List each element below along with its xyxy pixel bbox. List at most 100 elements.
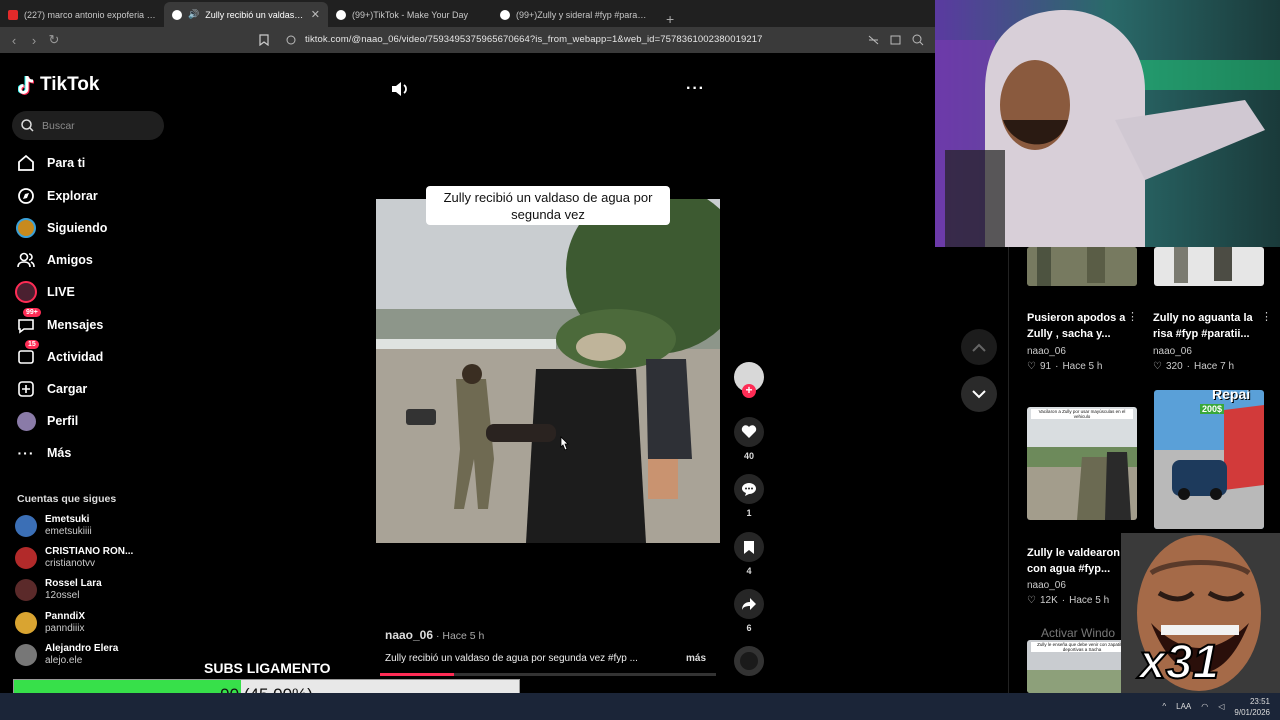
heart-icon (734, 417, 764, 447)
nav-perfil[interactable]: Perfil (15, 410, 78, 432)
nav-mas[interactable]: ··· Más (15, 442, 72, 464)
video-frame (376, 199, 720, 543)
search-icon (21, 119, 34, 132)
author-avatar-button[interactable]: + (733, 362, 765, 398)
related-video-title[interactable]: Zully no aguanta la risa #fyp #paratii..… (1153, 310, 1263, 342)
video-player[interactable] (376, 199, 720, 543)
thumbnail-sign-text: Repai (1212, 390, 1251, 402)
next-video-button[interactable] (961, 376, 997, 412)
nav-label: Actividad (47, 350, 104, 364)
followed-account[interactable]: Alejandro Elera alejo.ele (15, 643, 118, 667)
mouse-cursor-icon (560, 436, 569, 451)
tiktok-icon (172, 9, 182, 20)
more-description-button[interactable]: más (686, 653, 706, 664)
browser-tab[interactable]: (227) marco antonio expoferia de las (0, 2, 164, 27)
author-name[interactable]: naao_06 (385, 628, 433, 642)
clock[interactable]: 23:51 9/01/2026 (1234, 696, 1270, 718)
follow-plus-icon[interactable]: + (742, 384, 756, 398)
clock-date: 9/01/2026 (1234, 707, 1270, 717)
related-video-title[interactable]: Pusieron apodos a Zully , sacha y... (1027, 310, 1135, 342)
share-icon (734, 589, 764, 619)
new-tab-button[interactable]: + (656, 11, 684, 27)
reload-icon[interactable]: ↻ (44, 32, 64, 48)
account-handle: alejo.ele (45, 655, 83, 666)
video-thumbnail[interactable] (1154, 247, 1264, 286)
nav-explorar[interactable]: Explorar (15, 185, 98, 207)
browser-tab-active[interactable]: 🔊 Zully recibió un valdaso de ag ✕ (164, 2, 328, 27)
comment-button[interactable]: 1 (733, 474, 765, 518)
tiktok-logo[interactable]: TikTok (18, 74, 99, 96)
upload-icon (15, 378, 37, 400)
nav-label: Cargar (47, 382, 88, 396)
search-placeholder: Buscar (42, 119, 75, 132)
bookmark-icon[interactable] (259, 34, 269, 46)
nav-label: Perfil (47, 414, 79, 428)
video-author[interactable]: naao_06 · Hace 5 h (385, 628, 484, 642)
nav-amigos[interactable]: Amigos (15, 249, 93, 271)
profile-icon (15, 410, 37, 432)
no-track-icon[interactable] (868, 35, 879, 45)
more-vertical-icon[interactable]: ⋮ (1261, 310, 1272, 323)
comment-count: 1 (746, 508, 752, 518)
more-options-icon[interactable]: ··· (686, 80, 705, 98)
share-button[interactable]: 6 (733, 589, 765, 633)
activity-icon: 15 (15, 340, 39, 368)
notification-badge: 99+ (23, 308, 41, 317)
account-handle: emetsukiiii (45, 526, 92, 537)
site-info-icon[interactable] (286, 35, 296, 45)
video-thumbnail[interactable] (1027, 247, 1137, 286)
music-disc-button[interactable] (733, 646, 765, 676)
volume-icon[interactable] (390, 80, 410, 98)
browser-tab[interactable]: (99+)Zully y sideral #fyp #paratii #vir (492, 2, 656, 27)
back-icon[interactable]: ‹ (4, 33, 24, 48)
followed-account[interactable]: Rossel Lara 12ossel (15, 578, 102, 602)
webcam-feed (935, 0, 1280, 247)
heart-outline-icon: ♡ (1027, 595, 1036, 606)
chevron-up-icon[interactable]: ^ (1162, 702, 1166, 711)
keyboard-language[interactable]: LAA (1176, 702, 1191, 711)
video-description: Zully recibió un valdaso de agua por seg… (385, 653, 638, 664)
nav-label: Para ti (47, 156, 86, 170)
tab-label: (99+)Zully y sideral #fyp #paratii #vir (516, 9, 648, 20)
nav-para-ti[interactable]: Para ti (15, 152, 85, 174)
related-video-author[interactable]: naao_06 (1027, 579, 1066, 593)
followed-account[interactable]: CRISTIANO RON... cristianotvv (15, 546, 133, 570)
like-count: 40 (743, 451, 754, 461)
wifi-icon[interactable]: ◠ (1201, 702, 1208, 711)
nav-live[interactable]: LIVE (15, 281, 75, 303)
forward-icon[interactable]: › (24, 33, 44, 48)
browser-tab[interactable]: (99+)TikTok - Make Your Day (328, 2, 492, 27)
like-button[interactable]: 40 (733, 417, 765, 461)
url-input[interactable]: tiktok.com/@naao_06/video/75934953759656… (305, 34, 763, 45)
more-icon: ··· (17, 445, 35, 461)
progress-fill (380, 673, 454, 676)
account-name: CRISTIANO RON... (45, 546, 134, 557)
save-count: 4 (746, 566, 752, 576)
reader-icon[interactable] (890, 35, 901, 45)
account-handle: panndiiix (45, 623, 85, 634)
heart-outline-icon: ♡ (1027, 361, 1036, 372)
zoom-icon[interactable] (912, 34, 924, 46)
account-name: PanndiX (45, 611, 86, 622)
more-vertical-icon[interactable]: ⋮ (1127, 310, 1138, 323)
video-progress-bar[interactable] (380, 673, 716, 676)
speaker-icon[interactable]: ◁ (1218, 702, 1224, 711)
related-video-author[interactable]: naao_06 (1153, 345, 1192, 359)
search-input[interactable]: Buscar (12, 111, 164, 140)
nav-actividad[interactable]: 15 Actividad (15, 340, 104, 368)
close-tab-icon[interactable]: ✕ (311, 8, 320, 21)
nav-mensajes[interactable]: 99+ Mensajes (15, 308, 103, 336)
previous-video-button[interactable] (961, 329, 997, 365)
nav-cargar[interactable]: Cargar (15, 378, 87, 400)
heart-outline-icon: ♡ (1153, 361, 1162, 372)
account-name: Emetsuki (45, 514, 90, 525)
video-thumbnail[interactable]: Vacilaron a Zully por usar mayúsculas en… (1027, 407, 1137, 520)
windows-taskbar: ^ LAA ◠ ◁ 23:51 9/01/2026 (0, 693, 1280, 720)
related-video-author[interactable]: naao_06 (1027, 345, 1066, 359)
nav-siguiendo[interactable]: Siguiendo (15, 217, 107, 239)
followed-account[interactable]: Emetsuki emetsukiiii (15, 514, 92, 538)
live-icon (15, 281, 37, 303)
save-button[interactable]: 4 (733, 532, 765, 576)
followed-account[interactable]: PanndiX panndiiix (15, 611, 85, 635)
video-thumbnail[interactable]: Repai 200$ (1154, 390, 1264, 529)
